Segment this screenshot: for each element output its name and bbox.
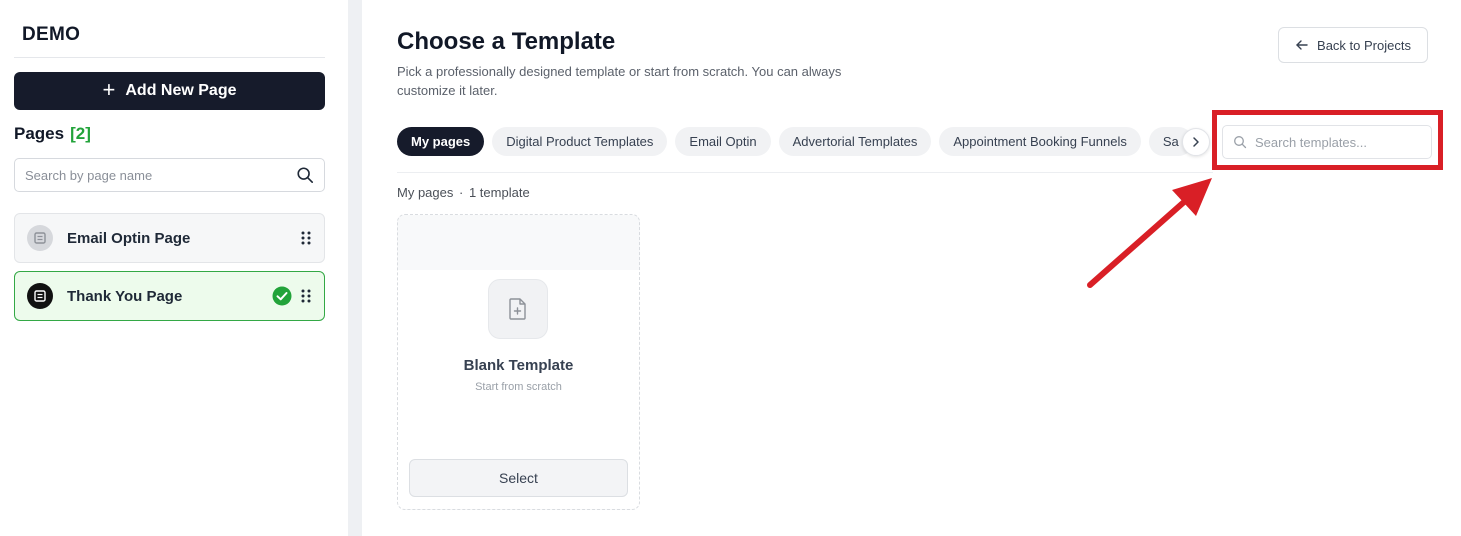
tabs-scroll-next-button[interactable] — [1182, 128, 1210, 156]
page-search — [14, 158, 325, 192]
tab-digital-product-templates[interactable]: Digital Product Templates — [492, 127, 668, 156]
pages-heading: Pages [2] — [14, 124, 91, 144]
back-to-projects-button[interactable]: Back to Projects — [1278, 27, 1428, 63]
chevron-right-icon — [1193, 137, 1199, 147]
file-plus-icon — [488, 279, 548, 339]
search-icon[interactable] — [296, 166, 314, 184]
select-template-button[interactable]: Select — [409, 459, 628, 497]
page-item-label: Thank You Page — [67, 287, 183, 305]
page-search-input[interactable] — [25, 167, 296, 183]
tab-my-pages[interactable]: My pages — [397, 127, 485, 156]
back-to-projects-label: Back to Projects — [1317, 37, 1411, 53]
page-item-label: Email Optin Page — [67, 229, 191, 247]
template-card-subtitle: Start from scratch — [475, 381, 562, 393]
page-item-thank-you[interactable]: Thank You Page — [14, 271, 325, 321]
page-subtitle: Pick a professionally designed template … — [397, 64, 842, 98]
drag-handle-icon[interactable] — [300, 288, 312, 304]
sidebar: DEMO + Add New Page Pages [2] Email Optin… — [0, 0, 348, 536]
page-title: Choose a Template — [397, 28, 616, 55]
panel-divider[interactable] — [348, 0, 362, 536]
drag-handle-icon[interactable] — [300, 230, 312, 246]
pages-count: [2] — [70, 124, 91, 143]
title-divider — [14, 57, 325, 58]
arrow-left-icon — [1296, 40, 1308, 50]
content-divider — [397, 172, 1213, 173]
template-card-blank[interactable]: Blank Template Start from scratch Select — [397, 214, 640, 510]
section-count: 1 template — [468, 185, 530, 200]
section-separator: · — [459, 185, 464, 200]
page-icon — [27, 283, 53, 309]
section-meta: My pages · 1 template — [397, 185, 530, 200]
annotation-highlight-box — [1212, 110, 1443, 170]
section-name: My pages — [397, 185, 454, 200]
category-tabs: My pages Digital Product Templates Email… — [397, 127, 1213, 157]
project-title: DEMO — [22, 24, 81, 45]
pages-heading-label: Pages — [14, 124, 65, 143]
page-icon — [27, 225, 53, 251]
tab-email-optin[interactable]: Email Optin — [675, 127, 771, 156]
template-card-title: Blank Template — [463, 357, 574, 374]
tab-appointment-booking-funnels[interactable]: Appointment Booking Funnels — [939, 127, 1141, 156]
add-new-page-label: Add New Page — [125, 82, 237, 99]
plus-icon: + — [102, 77, 116, 102]
check-circle-icon — [272, 286, 292, 306]
page-item-email-optin[interactable]: Email Optin Page — [14, 213, 325, 263]
tab-advertorial-templates[interactable]: Advertorial Templates — [778, 127, 932, 156]
add-new-page-button[interactable]: + Add New Page — [14, 72, 325, 110]
annotation-arrow-icon — [1087, 178, 1212, 288]
